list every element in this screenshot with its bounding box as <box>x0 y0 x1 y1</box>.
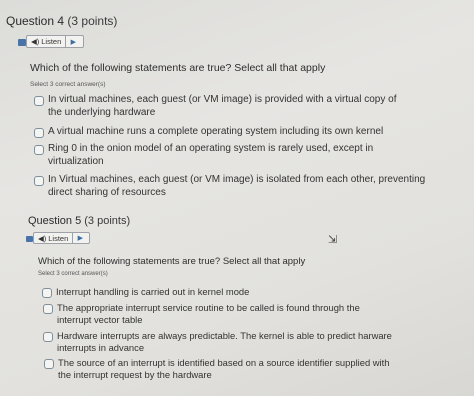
question-4-label: Question 4 <box>6 14 65 28</box>
q5-option-3-text-line2: interrupts in advance <box>57 341 145 353</box>
q4-option-4-text-line1: In Virtual machines, each guest (or VM i… <box>48 174 426 185</box>
speaker-icon: ◀︎) <box>38 233 47 243</box>
q5-option-1-checkbox[interactable] <box>42 288 52 298</box>
q5-option-2[interactable]: The appropriate interrupt service routin… <box>43 302 360 325</box>
listen-button-q5[interactable]: ◀︎) Listen ▶ <box>33 232 90 244</box>
question-4-points: (3 points) <box>67 14 118 28</box>
q5-option-2-text-line1: The appropriate interrupt service routin… <box>57 302 360 313</box>
q4-option-4-text-line2: direct sharing of resources <box>48 186 166 198</box>
q4-option-3[interactable]: Ring 0 in the onion model of an operatin… <box>34 143 373 168</box>
question-4-title: Question 4 (3 points) <box>6 14 117 28</box>
q5-option-1-text-line1: Interrupt handling is carried out in ker… <box>56 286 250 297</box>
q4-option-3-text-line2: virtualization <box>48 155 104 167</box>
q4-option-2-text-line1: A virtual machine runs a complete operat… <box>48 126 384 137</box>
q5-option-4-text-line2: the interrupt request by the hardware <box>58 368 212 380</box>
q4-option-4[interactable]: In Virtual machines, each guest (or VM i… <box>34 174 425 199</box>
q4-option-3-checkbox[interactable] <box>34 145 44 155</box>
q5-option-4[interactable]: The source of an interrupt is identified… <box>44 357 389 380</box>
q5-option-3-checkbox[interactable] <box>43 332 53 342</box>
listen-label: Listen <box>41 37 62 46</box>
play-icon[interactable]: ▶ <box>73 234 87 242</box>
q5-option-4-text-line1: The source of an interrupt is identified… <box>58 357 390 368</box>
q5-option-3-text-line1: Hardware interrupts are always predictab… <box>57 330 392 341</box>
q4-option-1-text-line1: In virtual machines, each guest (or VM i… <box>48 94 397 105</box>
question-5-label: Question 5 <box>28 215 82 227</box>
speaker-icon: ◀︎) <box>31 37 40 46</box>
q4-option-3-text-line1: Ring 0 in the onion model of an operatin… <box>48 143 374 154</box>
question-4-prompt: Which of the following statements are tr… <box>30 62 326 74</box>
question-4-select-hint: Select 3 correct answer(s) <box>30 81 106 88</box>
grip-icon <box>26 236 33 242</box>
q4-option-1-text-line2: the underlying hardware <box>48 106 156 118</box>
listen-button-q4[interactable]: ◀︎) Listen ▶ <box>26 35 84 48</box>
question-5-title: Question 5 (3 points) <box>28 215 130 227</box>
play-icon[interactable]: ▶ <box>66 38 80 46</box>
q5-option-3[interactable]: Hardware interrupts are always predictab… <box>43 330 392 353</box>
q5-option-2-text-line2: interrupt vector table <box>57 313 143 325</box>
question-5-points: (3 points) <box>84 215 131 227</box>
q4-option-2[interactable]: A virtual machine runs a complete operat… <box>34 126 383 139</box>
q4-option-1[interactable]: In virtual machines, each guest (or VM i… <box>34 94 397 119</box>
grip-icon <box>18 39 26 46</box>
listen-label: Listen <box>48 233 69 243</box>
q5-option-2-checkbox[interactable] <box>43 304 53 314</box>
question-5-prompt: Which of the following statements are tr… <box>38 256 306 267</box>
q5-option-4-checkbox[interactable] <box>44 359 54 369</box>
q4-option-1-checkbox[interactable] <box>34 96 44 106</box>
q4-option-2-checkbox[interactable] <box>34 128 44 138</box>
q4-option-4-checkbox[interactable] <box>34 176 44 186</box>
q5-option-1[interactable]: Interrupt handling is carried out in ker… <box>42 286 249 298</box>
question-5-select-hint: Select 3 correct answer(s) <box>38 271 108 277</box>
mouse-cursor-icon: ⇲ <box>328 234 338 246</box>
